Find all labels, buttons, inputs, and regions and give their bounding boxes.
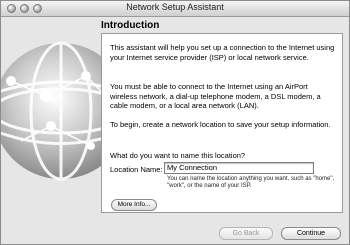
title-bar[interactable]: Network Setup Assistant bbox=[1, 1, 349, 17]
instructions-paragraph: To begin, create a network location to s… bbox=[110, 120, 331, 129]
location-question: What do you want to name this location? bbox=[110, 151, 246, 160]
more-info-button[interactable]: More Info... bbox=[111, 199, 157, 211]
intro-paragraph: This assistant will help you set up a co… bbox=[110, 43, 335, 62]
go-back-button[interactable]: Go Back bbox=[219, 227, 273, 240]
location-name-label: Location Name: bbox=[110, 165, 163, 174]
requirements-paragraph: You must be able to connect to the Inter… bbox=[110, 82, 321, 110]
window-title: Network Setup Assistant bbox=[126, 2, 224, 12]
continue-button[interactable]: Continue bbox=[281, 227, 341, 240]
section-title: Introduction bbox=[101, 20, 160, 31]
location-hint: You can name the location anything you w… bbox=[167, 176, 335, 189]
network-setup-window: Network Setup Assistant Introduction Thi… bbox=[0, 0, 350, 245]
location-name-input[interactable]: My Connection bbox=[164, 162, 314, 174]
content-panel: This assistant will help you set up a co… bbox=[101, 33, 343, 213]
